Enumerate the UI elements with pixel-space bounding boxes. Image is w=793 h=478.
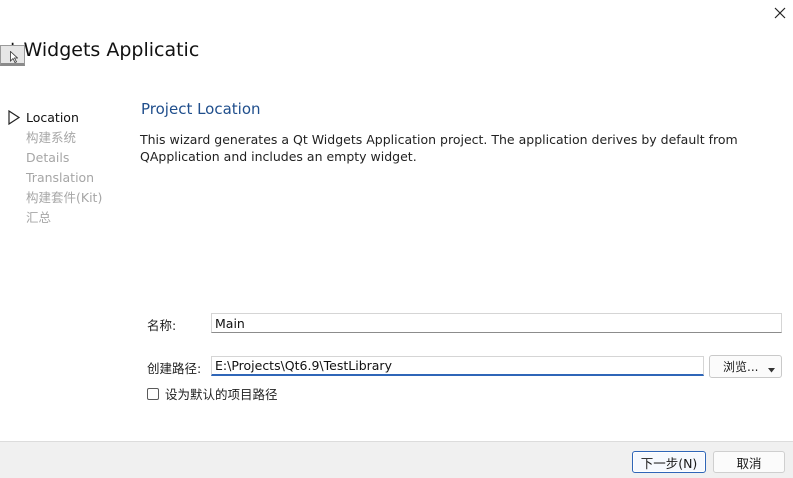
close-button[interactable]	[768, 2, 792, 24]
default-path-label: 设为默认的项目路径	[165, 387, 278, 402]
step-build-system: 构建系统	[8, 128, 102, 148]
close-icon	[774, 7, 786, 19]
name-input[interactable]	[211, 313, 782, 333]
name-label: 名称:	[147, 318, 177, 333]
step-translation: Translation	[8, 168, 102, 188]
step-details: Details	[8, 148, 102, 168]
step-label: 构建套件(Kit)	[26, 190, 103, 205]
path-input[interactable]	[211, 356, 704, 376]
next-button[interactable]: 下一步(N)	[632, 451, 706, 473]
step-location: Location	[8, 108, 102, 128]
step-summary: 汇总	[8, 208, 102, 228]
window-title: t Widgets Applicatic	[10, 39, 200, 61]
step-label: Location	[26, 110, 79, 125]
step-label: Translation	[26, 170, 95, 185]
page-title: Project Location	[141, 100, 261, 118]
cancel-button[interactable]: 取消	[713, 451, 785, 473]
browse-label: 浏览...	[723, 360, 759, 374]
default-path-checkbox[interactable]	[147, 387, 159, 400]
step-label: 构建系统	[26, 130, 77, 145]
mouse-cursor-icon	[10, 50, 19, 65]
wizard-steps: Location 构建系统 Details Translation 构建套件(K…	[8, 108, 102, 228]
default-path-checkbox-row[interactable]: 设为默认的项目路径	[147, 384, 278, 403]
page-description: This wizard generates a Qt Widgets Appli…	[140, 132, 738, 164]
dropdown-arrow-icon[interactable]	[768, 362, 775, 376]
step-kits: 构建套件(Kit)	[8, 188, 102, 208]
step-label: Details	[26, 150, 70, 165]
browse-button[interactable]: 浏览...	[709, 355, 782, 378]
path-label: 创建路径:	[147, 361, 202, 376]
step-label: 汇总	[26, 210, 52, 225]
